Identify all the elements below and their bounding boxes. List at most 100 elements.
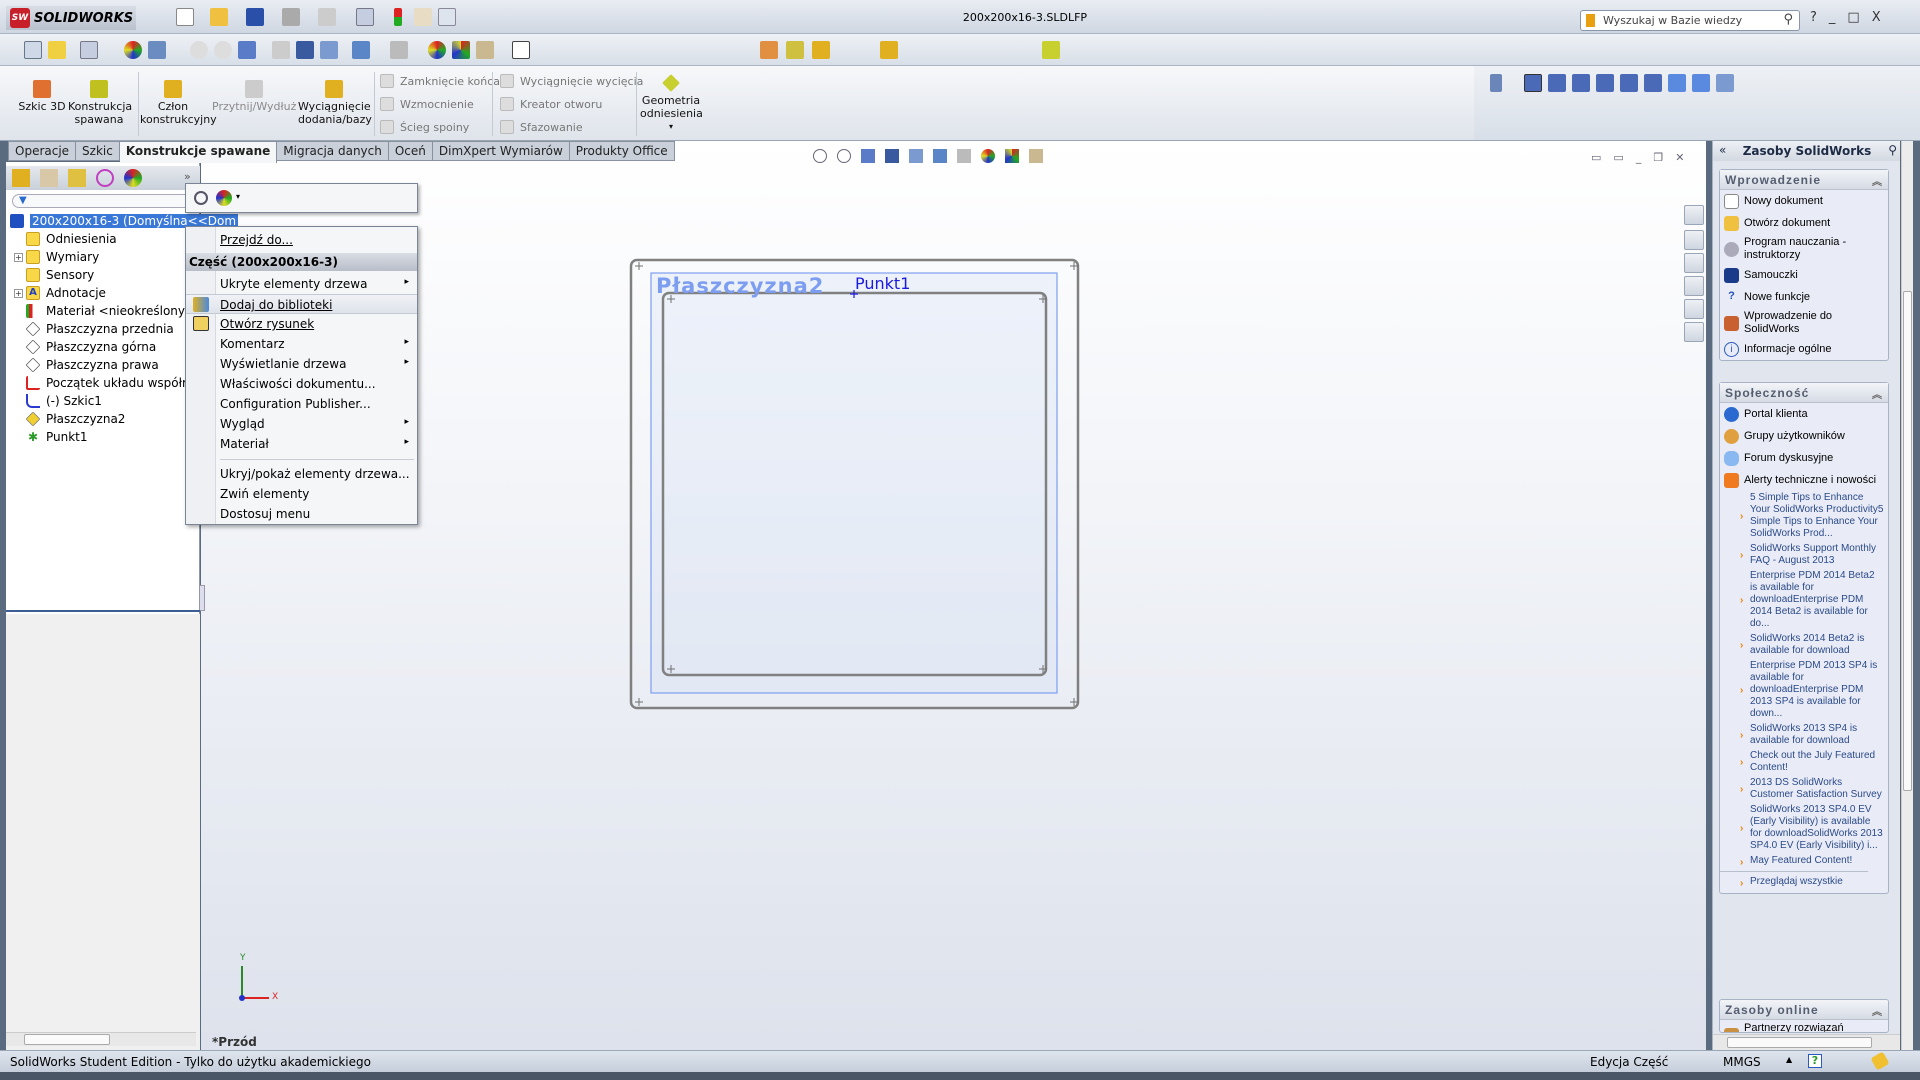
online-group-header[interactable]: Zasoby online ︽: [1720, 1000, 1888, 1020]
tree-item-odniesienia[interactable]: Odniesienia: [6, 230, 117, 248]
tree-item-right-plane[interactable]: Płaszczyzna prawa: [6, 356, 159, 374]
menu-item-appearance[interactable]: Wygląd ▸: [186, 414, 417, 434]
3d-view-icon[interactable]: [512, 41, 530, 59]
menu-item-hide-show-tree-items[interactable]: Ukryj/pokaż elementy drzewa...: [186, 464, 417, 484]
search-icon[interactable]: ⚲: [1783, 12, 1793, 27]
tab-szkic[interactable]: Szkic: [76, 141, 120, 161]
weldment-small-icon[interactable]: [786, 41, 804, 59]
tab-migracja-danych[interactable]: Migracja danych: [277, 141, 389, 161]
collapse-group-icon[interactable]: ︽: [1872, 1003, 1883, 1018]
collapse-group-icon[interactable]: ︽: [1872, 173, 1883, 188]
close-button[interactable]: X: [1872, 10, 1881, 25]
news-item[interactable]: › SolidWorks 2013 SP4 is available for do…: [1720, 722, 1888, 749]
tree-item-adnotacje[interactable]: + A Adnotacje: [6, 284, 106, 302]
tab-ocen[interactable]: Oceń: [388, 141, 433, 161]
news-item[interactable]: › 5 Simple Tips to Enhance Your SolidWork…: [1720, 491, 1888, 542]
zoom-to-fit-icon[interactable]: [190, 41, 208, 59]
menu-item-open-drawing[interactable]: Otwórz rysunek: [186, 314, 417, 334]
select-icon[interactable]: [356, 8, 374, 26]
view-orientation-icon[interactable]: [320, 41, 338, 59]
taskpane-home-icon[interactable]: [1684, 205, 1704, 225]
bottom-view-icon[interactable]: [1644, 74, 1662, 92]
expand-icon[interactable]: +: [14, 288, 23, 298]
news-item[interactable]: › May Featured Content!: [1720, 854, 1868, 872]
tree-item-sketch1[interactable]: (-) Szkic1: [6, 392, 102, 410]
tree-item-top-plane[interactable]: Płaszczyzna górna: [6, 338, 156, 356]
menu-item-hidden-tree-items[interactable]: Ukryte elementy drzewa ▸: [186, 274, 417, 294]
help-button[interactable]: ?: [1810, 10, 1817, 25]
appearance-dropdown-icon[interactable]: ▾: [236, 192, 240, 201]
chamfer-button[interactable]: Sfazowanie: [500, 120, 583, 134]
weld-bead-button[interactable]: Ścieg spoiny: [380, 120, 469, 134]
resources-horizontal-scrollbar[interactable]: [1713, 1034, 1900, 1050]
gusset-button[interactable]: Wzmocnienie: [380, 97, 474, 111]
taskpane-view-palette-icon[interactable]: [1684, 276, 1704, 296]
edit-appearance-icon[interactable]: [428, 41, 446, 59]
collapse-panel-button[interactable]: «: [1719, 143, 1726, 157]
save-icon[interactable]: [246, 8, 264, 26]
trimetric-view-icon[interactable]: [1692, 74, 1710, 92]
link-whats-new[interactable]: ? Nowe funkcje: [1720, 286, 1888, 308]
weldment-button[interactable]: Konstrukcja spawana: [68, 80, 132, 126]
extruded-boss-button[interactable]: Wyciągnięcie dodania/bazy: [298, 80, 372, 126]
menu-item-add-to-library[interactable]: Dodaj do biblioteki: [186, 294, 417, 314]
tree-horizontal-scrollbar[interactable]: [6, 1032, 196, 1046]
intro-group-header[interactable]: Wprowadzenie ︽: [1720, 170, 1888, 190]
undo-icon[interactable]: [318, 8, 336, 26]
collapse-group-icon[interactable]: ︽: [1872, 386, 1883, 401]
link-partners[interactable]: Partnerzy rozwiązań programowych: [1720, 1020, 1888, 1032]
plane2-label[interactable]: Płaszczyzna2: [656, 274, 824, 298]
link-tutorials[interactable]: Samouczki: [1720, 264, 1888, 286]
tree-filter-input[interactable]: ▼: [12, 194, 192, 208]
news-item[interactable]: › Enterprise PDM 2013 SP4 is available fo…: [1720, 659, 1888, 722]
tag-icon[interactable]: [1870, 1051, 1890, 1071]
top-view-icon[interactable]: [1620, 74, 1638, 92]
graphics-area[interactable]: ▭ ▭ _ ❐ ✕ Płaszczyzna2 Punkt1 Y X *Przód: [199, 141, 1706, 1050]
display-manager-tab-icon[interactable]: [124, 169, 142, 187]
menu-item-goto[interactable]: Przejdź do...: [186, 230, 417, 250]
dimxpert-tab-icon[interactable]: [96, 169, 114, 187]
configuration-manager-tab-icon[interactable]: [68, 169, 86, 187]
taskpane-design-library-icon[interactable]: [1684, 230, 1704, 250]
news-item[interactable]: › SolidWorks Support Monthly FAQ - August…: [1720, 542, 1888, 569]
reference-geometry-small-icon[interactable]: [1042, 41, 1060, 59]
front-view-icon[interactable]: [1524, 74, 1542, 92]
tab-operacje[interactable]: Operacje: [8, 141, 77, 161]
file-properties-icon[interactable]: [414, 8, 432, 26]
left-view-icon[interactable]: [1572, 74, 1590, 92]
link-forum[interactable]: Forum dyskusyjne: [1720, 447, 1888, 469]
taskpane-file-explorer-icon[interactable]: [1684, 253, 1704, 273]
filter-select-icon[interactable]: [148, 41, 166, 59]
taskpane-appearances-icon[interactable]: [1684, 299, 1704, 319]
tree-item-plane2[interactable]: Płaszczyzna2: [6, 410, 125, 428]
community-group-header[interactable]: Społeczność ︽: [1720, 383, 1888, 403]
select-pointer-icon[interactable]: [80, 41, 98, 59]
tab-konstrukcje-spawane[interactable]: Konstrukcje spawane: [119, 141, 278, 163]
zoom-to-selection-icon[interactable]: [194, 191, 208, 205]
menu-item-configuration-publisher[interactable]: Configuration Publisher...: [186, 394, 417, 414]
expand-icon[interactable]: +: [14, 252, 23, 262]
news-item[interactable]: › SolidWorks 2013 SP4.0 EV (Early Visibil…: [1720, 803, 1888, 854]
resources-vertical-scrollbar[interactable]: [1901, 141, 1913, 1050]
property-manager-tab-icon[interactable]: [40, 169, 58, 187]
reference-geometry-button[interactable]: Geometria odniesienia ▾: [640, 74, 703, 133]
tab-produkty-office[interactable]: Produkty Office: [569, 141, 675, 161]
tree-item-wymiary[interactable]: + Wymiary: [6, 248, 99, 266]
units-up-arrow-icon[interactable]: ▲: [1786, 1055, 1792, 1064]
menu-item-comment[interactable]: Komentarz ▸: [186, 334, 417, 354]
rebuild-icon[interactable]: [394, 8, 402, 26]
extruded-cut-button[interactable]: Wyciągnięcie wycięcia: [500, 74, 643, 88]
right-view-icon[interactable]: [1596, 74, 1614, 92]
dropdown-arrow-icon[interactable]: ▾: [640, 120, 702, 133]
new-document-icon[interactable]: [176, 8, 194, 26]
appearance-icon[interactable]: [216, 190, 232, 206]
solidworks-logo[interactable]: SW SOLIDWORKS: [6, 6, 136, 30]
sketch-3d-button[interactable]: Szkic 3D: [18, 80, 66, 113]
news-item[interactable]: › 2013 DS SolidWorks Customer Satisfactio…: [1720, 776, 1888, 803]
scene-icon[interactable]: [452, 41, 470, 59]
browse-all-link[interactable]: › Przeglądaj wszystkie: [1720, 875, 1888, 893]
zoom-area-icon[interactable]: [214, 41, 232, 59]
minimize-button[interactable]: _: [1829, 10, 1836, 25]
menu-item-tree-display[interactable]: Wyświetlanie drzewa ▸: [186, 354, 417, 374]
hole-wizard-button[interactable]: Kreator otworu: [500, 97, 602, 111]
